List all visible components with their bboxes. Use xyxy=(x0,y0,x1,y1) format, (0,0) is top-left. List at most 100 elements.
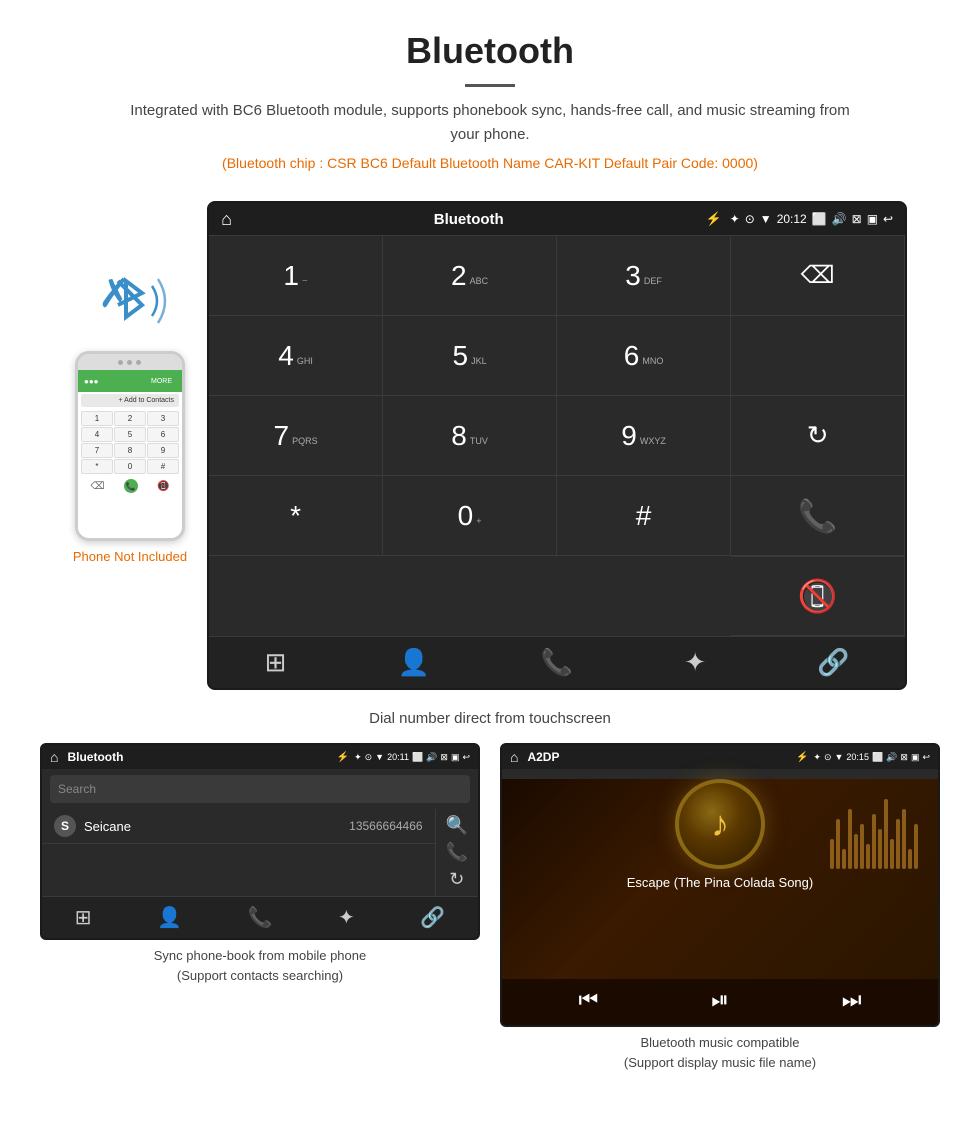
ms-bt-icon: ✦ xyxy=(813,752,821,763)
dial-key-2[interactable]: 2ABC xyxy=(383,236,557,316)
nav-phone-icon[interactable]: 📞 xyxy=(541,647,573,678)
phone-dot-1 xyxy=(118,360,123,365)
phone-key-7: 7 xyxy=(81,443,113,458)
phone-dialpad: 1 2 3 4 5 6 7 8 9 * 0 # xyxy=(78,409,182,476)
music-caption: Bluetooth music compatible(Support displ… xyxy=(614,1027,826,1078)
ms-loc-icon: ⊙ xyxy=(824,752,832,763)
pb-search-right-icon: 🔍 xyxy=(446,815,468,836)
phone-not-included-label: Phone Not Included xyxy=(73,549,187,564)
phone-end-call: 📵 xyxy=(157,481,169,492)
dial-key-6[interactable]: 6MNO xyxy=(557,316,731,396)
phonebook-right-icons: 🔍 📞 ↻ xyxy=(435,809,478,896)
pb-phone-right-icon: 📞 xyxy=(446,842,468,863)
usb-icon: ⚡ xyxy=(705,211,721,227)
dial-key-backspace[interactable]: ⌫ xyxy=(731,236,905,316)
dial-key-end-col3 xyxy=(557,556,731,636)
pb-nav-dialpad[interactable]: ⊞ xyxy=(75,905,92,930)
nav-link-icon[interactable]: 🔗 xyxy=(817,647,849,678)
dialpad-grid: 1⌣ 2ABC 3DEF ⌫ 4GHI 5JKL 6MNO xyxy=(209,235,905,636)
ms-back-icon: ↩ xyxy=(922,752,930,763)
music-visualizer xyxy=(830,789,918,869)
phone-screen: ●●● MORE + Add to Contacts 1 2 3 4 5 6 7… xyxy=(78,370,182,538)
bluetooth-signal-area: ✗ xyxy=(90,261,170,341)
dial-key-0[interactable]: 0+ xyxy=(383,476,557,556)
page-specs: (Bluetooth chip : CSR BC6 Default Blueto… xyxy=(20,155,960,171)
pb-status-title: Bluetooth xyxy=(67,750,331,764)
phonebook-status-bar: ⌂ Bluetooth ⚡ ✦ ⊙ ▼ 20:11 ⬜ 🔊 ⊠ ▣ ↩ xyxy=(42,745,478,769)
dial-key-end-call[interactable]: 📵 xyxy=(731,556,905,636)
music-status-bar: ⌂ A2DP ⚡ ✦ ⊙ ▼ 20:15 ⬜ 🔊 ⊠ ▣ ↩ xyxy=(502,745,938,769)
music-player-bg: ♪ Escape (The Pina Colada Song) xyxy=(502,779,938,979)
music-note-icon: ♪ xyxy=(711,803,729,845)
pb-nav-phone[interactable]: 📞 xyxy=(248,905,273,930)
phone-dot-3 xyxy=(136,360,141,365)
phone-top-bar xyxy=(78,354,182,370)
dial-key-call[interactable]: 📞 xyxy=(731,476,905,556)
pb-wifi-icon: ▼ xyxy=(375,752,384,762)
main-screen-section: ✗ ●●● MORE + Add to Cont xyxy=(0,201,980,700)
page-title: Bluetooth xyxy=(20,30,960,72)
search-placeholder: Search xyxy=(58,782,462,796)
contact-row[interactable]: S Seicane 13566664466 xyxy=(42,809,435,844)
main-status-bar: ⌂ Bluetooth ⚡ ✦ ⊙ ▼ 20:12 ⬜ 🔊 ⊠ ▣ ↩ xyxy=(209,203,905,235)
backspace-icon: ⌫ xyxy=(801,261,835,290)
nav-contacts-icon[interactable]: 👤 xyxy=(397,647,429,678)
play-pause-button[interactable]: ⏯ xyxy=(711,987,729,1013)
volume-icon: 🔊 xyxy=(832,212,847,226)
pb-status-icons: ✦ ⊙ ▼ 20:11 ⬜ 🔊 ⊠ ▣ ↩ xyxy=(354,752,470,763)
pb-home-icon: ⌂ xyxy=(50,749,58,765)
phone-key-0: 0 xyxy=(114,459,146,474)
contact-letter: S xyxy=(54,815,76,837)
dial-key-8[interactable]: 8TUV xyxy=(383,396,557,476)
music-wrapper: ⌂ A2DP ⚡ ✦ ⊙ ▼ 20:15 ⬜ 🔊 ⊠ ▣ ↩ xyxy=(500,743,940,1078)
back-icon: ↩ xyxy=(883,212,893,226)
dial-key-3[interactable]: 3DEF xyxy=(557,236,731,316)
pb-nav-contacts[interactable]: 👤 xyxy=(157,905,182,930)
pb-vol-icon: 🔊 xyxy=(426,752,437,763)
dial-key-7[interactable]: 7PQRS xyxy=(209,396,383,476)
ms-status-title: A2DP xyxy=(527,750,790,764)
ms-time: 20:15 xyxy=(846,752,869,762)
prev-track-button[interactable]: ⏮ xyxy=(578,987,598,1013)
dial-key-4[interactable]: 4GHI xyxy=(209,316,383,396)
nav-bluetooth-icon[interactable]: ✦ xyxy=(684,647,706,678)
phone-key-8: 8 xyxy=(114,443,146,458)
phone-key-6: 6 xyxy=(147,427,179,442)
call-green-icon: 📞 xyxy=(798,497,838,535)
dial-key-1[interactable]: 1⌣ xyxy=(209,236,383,316)
phonebook-search-bar[interactable]: Search xyxy=(50,775,470,803)
ms-status-icons: ✦ ⊙ ▼ 20:15 ⬜ 🔊 ⊠ ▣ ↩ xyxy=(813,752,930,763)
music-screen: ⌂ A2DP ⚡ ✦ ⊙ ▼ 20:15 ⬜ 🔊 ⊠ ▣ ↩ xyxy=(500,743,940,1027)
phonebook-caption: Sync phone-book from mobile phone(Suppor… xyxy=(144,940,376,991)
dial-key-9[interactable]: 9WXYZ xyxy=(557,396,731,476)
phonebook-list: S Seicane 13566664466 xyxy=(42,809,435,896)
dial-key-reload[interactable]: ↻ xyxy=(731,396,905,476)
phone-key-hash: # xyxy=(147,459,179,474)
pb-loc-icon: ⊙ xyxy=(365,752,373,763)
pb-nav-bt[interactable]: ✦ xyxy=(338,905,355,930)
song-title: Escape (The Pina Colada Song) xyxy=(502,869,938,896)
main-caption: Dial number direct from touchscreen xyxy=(0,700,980,743)
ms-win-icon: ▣ xyxy=(911,752,920,763)
ms-stop-icon: ⊠ xyxy=(900,752,908,763)
status-time: 20:12 xyxy=(777,212,807,226)
ms-vol-icon: 🔊 xyxy=(886,752,897,763)
dial-key-5[interactable]: 5JKL xyxy=(383,316,557,396)
ms-usb-icon: ⚡ xyxy=(796,752,808,763)
dial-key-empty-2 xyxy=(731,316,905,396)
phonebook-screen: ⌂ Bluetooth ⚡ ✦ ⊙ ▼ 20:11 ⬜ 🔊 ⊠ ▣ ↩ Sear… xyxy=(40,743,480,940)
dial-key-hash[interactable]: # xyxy=(557,476,731,556)
next-track-button[interactable]: ⏭ xyxy=(842,987,862,1013)
window-icon: ▣ xyxy=(867,212,878,226)
camera-icon: ⬜ xyxy=(812,212,827,226)
main-bottom-nav: ⊞ 👤 📞 ✦ 🔗 xyxy=(209,636,905,688)
nav-dialpad-icon[interactable]: ⊞ xyxy=(265,647,287,678)
phone-key-3: 3 xyxy=(147,411,179,426)
phone-mockup: ●●● MORE + Add to Contacts 1 2 3 4 5 6 7… xyxy=(75,351,185,541)
main-android-screen: ⌂ Bluetooth ⚡ ✦ ⊙ ▼ 20:12 ⬜ 🔊 ⊠ ▣ ↩ 1⌣ 2… xyxy=(207,201,907,690)
dial-key-star[interactable]: * xyxy=(209,476,383,556)
pb-nav-link[interactable]: 🔗 xyxy=(420,905,445,930)
page-header: Bluetooth Integrated with BC6 Bluetooth … xyxy=(0,0,980,201)
phone-key-1: 1 xyxy=(81,411,113,426)
phone-screen-label: ●●● xyxy=(84,377,99,386)
